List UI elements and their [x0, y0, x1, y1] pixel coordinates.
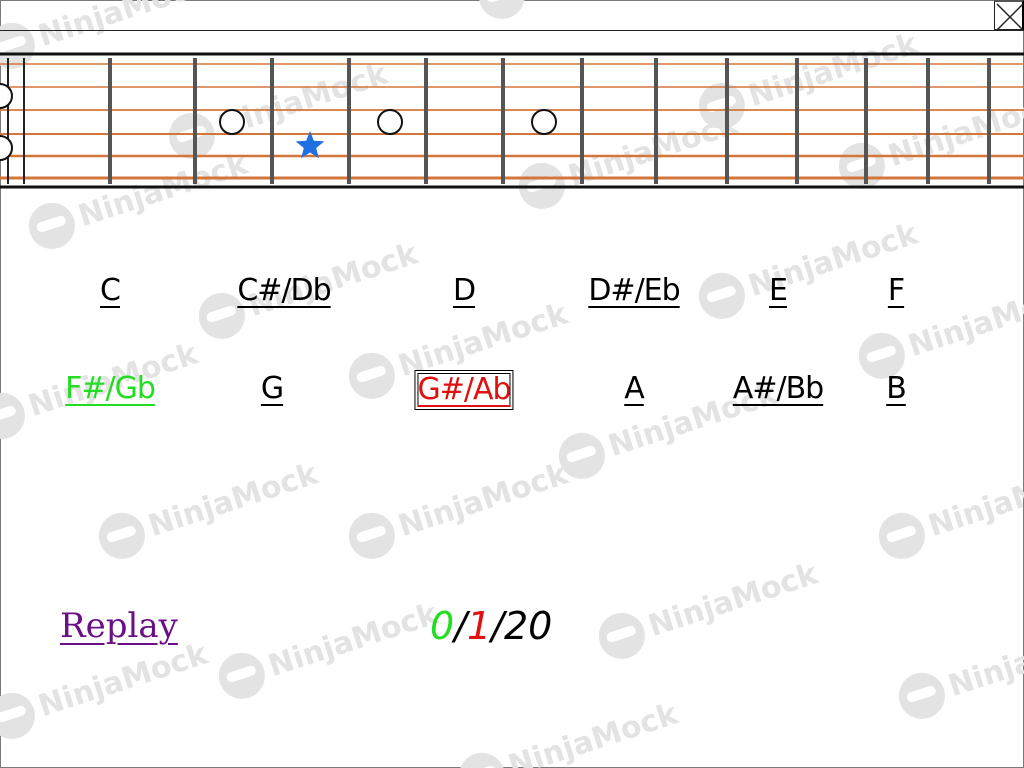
- note-option-g[interactable]: G: [259, 370, 285, 408]
- title-bar-divider: [0, 30, 1024, 31]
- note-option-dsharp-eb[interactable]: D#/Eb: [586, 272, 681, 310]
- fret-marker-circle: [531, 109, 557, 135]
- star-icon: [295, 131, 325, 159]
- note-option-csharp-db[interactable]: C#/Db: [235, 272, 332, 310]
- fret-marker-circle: [377, 109, 403, 135]
- score-correct: 0: [430, 604, 455, 648]
- note-option-b[interactable]: B: [884, 370, 908, 408]
- score-display: 0/1/20: [430, 604, 552, 648]
- note-option-a[interactable]: A: [622, 370, 646, 408]
- note-option-f[interactable]: F: [886, 272, 906, 310]
- score-separator: /: [454, 604, 467, 648]
- score-wrong: 1: [467, 604, 492, 648]
- score-separator: /: [491, 604, 504, 648]
- note-option-fsharp-gb[interactable]: F#/Gb: [63, 370, 157, 408]
- note-option-d[interactable]: D: [451, 272, 477, 310]
- fret-marker-circle: [219, 109, 245, 135]
- fretboard[interactable]: [0, 52, 1024, 192]
- note-option-c[interactable]: C: [98, 272, 122, 310]
- close-button[interactable]: [994, 0, 1024, 31]
- note-option-gsharp-ab[interactable]: G#/Ab: [414, 370, 514, 410]
- note-option-e[interactable]: E: [767, 272, 789, 310]
- close-icon: [996, 3, 1024, 31]
- replay-link[interactable]: Replay: [60, 606, 178, 646]
- note-option-asharp-bb[interactable]: A#/Bb: [731, 370, 825, 408]
- score-total: 20: [504, 604, 553, 648]
